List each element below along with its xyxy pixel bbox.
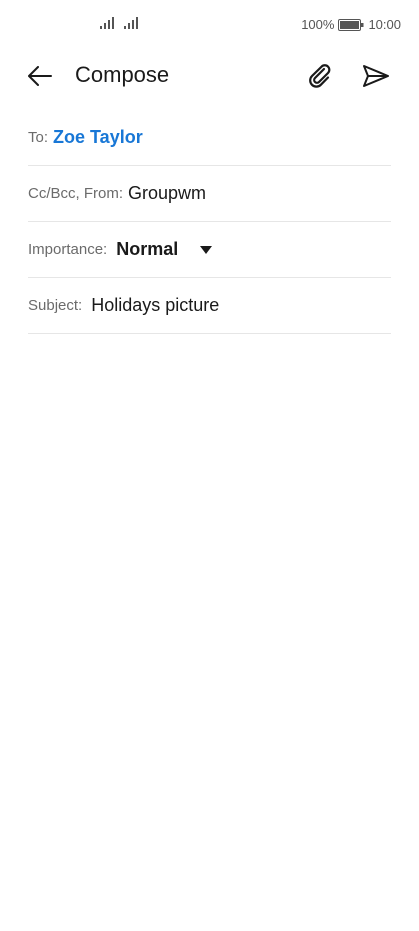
back-arrow-icon	[28, 66, 52, 86]
send-icon	[363, 65, 389, 87]
cc-bcc-from-label: Cc/Bcc, From:	[28, 185, 124, 202]
signal-indicators	[100, 17, 138, 29]
to-field[interactable]: To: Zoe Taylor	[28, 110, 391, 166]
subject-field[interactable]: Subject: Holidays picture	[28, 278, 391, 334]
dropdown-arrow-icon[interactable]	[200, 245, 213, 254]
status-bar: 100% 10:00	[0, 0, 419, 52]
subject-input[interactable]: Holidays picture	[91, 295, 219, 316]
cc-bcc-from-field[interactable]: Cc/Bcc, From: Groupwm	[28, 166, 391, 222]
battery-icon	[338, 18, 364, 31]
importance-value[interactable]: Normal	[116, 239, 178, 260]
paperclip-icon	[309, 64, 331, 88]
importance-field[interactable]: Importance: Normal	[28, 222, 391, 278]
send-button[interactable]	[356, 58, 396, 94]
attach-button[interactable]	[300, 58, 340, 94]
signal-icon	[100, 17, 114, 29]
from-value: Groupwm	[128, 183, 207, 203]
back-button[interactable]	[22, 60, 58, 92]
to-label: To:	[28, 129, 49, 146]
status-right: 100% 10:00	[301, 17, 401, 32]
page-title: Compose	[75, 62, 170, 87]
signal-icon	[124, 17, 138, 29]
battery-percent: 100%	[301, 17, 335, 32]
compose-form: To: Zoe Taylor Cc/Bcc, From: Groupwm Imp…	[28, 110, 391, 334]
importance-label: Importance:	[28, 241, 108, 258]
status-time: 10:00	[368, 17, 401, 32]
app-bar: Compose	[0, 52, 419, 100]
subject-label: Subject:	[28, 297, 83, 314]
recipient-chip[interactable]: Zoe Taylor	[53, 127, 143, 148]
